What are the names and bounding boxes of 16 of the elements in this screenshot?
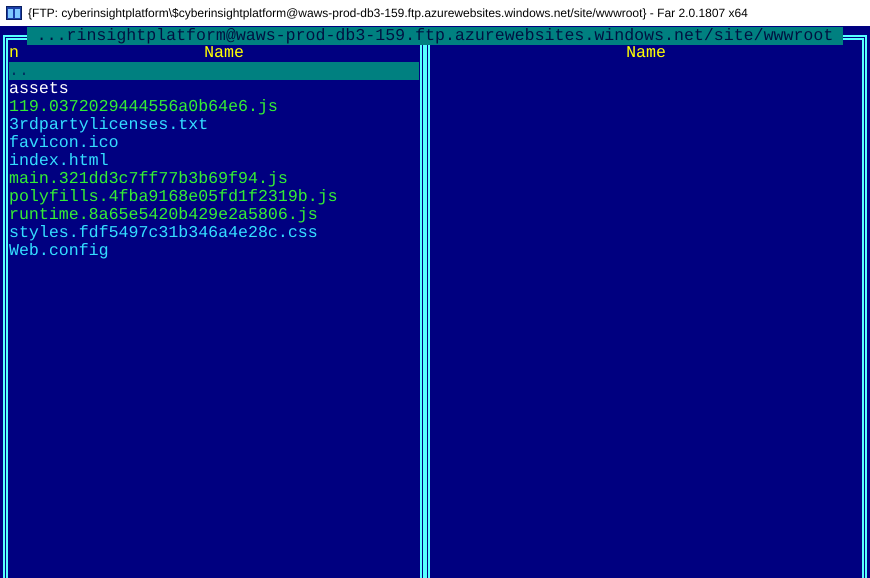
file-row[interactable]: 3rdpartylicenses.txt: [9, 116, 419, 134]
file-row[interactable]: styles.fdf5497c31b346a4e28c.css: [9, 224, 419, 242]
file-row[interactable]: polyfills.4fba9168e05fd1f2319b.js: [9, 188, 419, 206]
window-title: {FTP: cyberinsightplatform\$cyberinsightplatform@waws-prod-db3-159.ftp.azurewebsites.windows.net/site/wwwroot} - Far 2.0.1807 x64: [28, 5, 748, 22]
app-icon: [6, 5, 22, 21]
file-row[interactable]: index.html: [9, 152, 419, 170]
file-row[interactable]: 119.0372029444556a0b64e6.js: [9, 98, 419, 116]
file-row[interactable]: runtime.8a65e5420b429e2a5806.js: [9, 206, 419, 224]
file-row[interactable]: assets: [9, 80, 419, 98]
file-row[interactable]: main.321dd3c7ff77b3b69f94.js: [9, 170, 419, 188]
panel-path: ...rinsightplatform@waws-prod-db3-159.ftp.azurewebsites.windows.net/site/wwwroot: [26, 27, 844, 45]
file-row[interactable]: favicon.ico: [9, 134, 419, 152]
column-header: Name: [204, 44, 244, 62]
column-header: Name: [626, 44, 666, 62]
column-header: n: [9, 44, 20, 62]
file-row[interactable]: Web.config: [9, 242, 419, 260]
